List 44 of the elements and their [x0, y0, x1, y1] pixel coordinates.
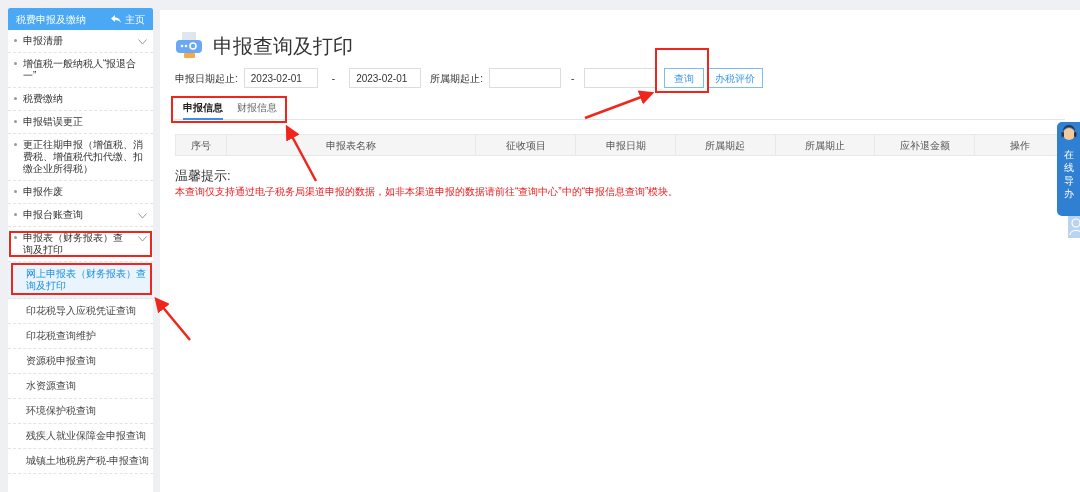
page-title: 申报查询及打印 [213, 34, 353, 59]
submenu-item[interactable]: 残疾人就业保障金申报查询 [8, 424, 153, 449]
range-separator: - [570, 71, 575, 86]
arrow [584, 90, 655, 120]
range-separator: - [331, 71, 336, 86]
period-field[interactable] [488, 68, 561, 88]
tips-text: 本查询仅支持通过电子税务局渠道申报的数据，如非本渠道申报的数据请前往“查询中心”中的“申报信息查询”模块。 [175, 185, 680, 199]
sidebar-item[interactable]: 申报清册 [8, 30, 153, 53]
submenu-item[interactable]: 印花税导入应税凭证查询 [8, 299, 153, 324]
tab[interactable]: 财报信息 [237, 98, 277, 120]
submenu-item[interactable]: 水资源查询 [8, 374, 153, 399]
column-header: 序号 [189, 138, 212, 153]
submenu-item[interactable]: 资源税申报查询 [8, 349, 153, 374]
online-guide-widget[interactable]: 在线导办 [1057, 122, 1080, 216]
arrow [154, 297, 191, 341]
column-header: 所属期止 [774, 135, 875, 155]
back-arrow-icon [111, 15, 121, 23]
column-header: 征收项目 [475, 135, 576, 155]
sidebar-item[interactable]: 更正往期申报（增值税、消费税、增值税代扣代缴、扣缴企业所得税） [8, 134, 153, 181]
arrow [285, 124, 318, 182]
sidebar-title: 税费申报及缴纳 [16, 12, 86, 27]
date-field[interactable]: 2023-02-01 [349, 68, 422, 88]
tab[interactable]: 申报信息 [183, 98, 223, 120]
column-header: 应补退金额 [874, 135, 975, 155]
sidebar-item[interactable]: 税费缴纳 [8, 88, 153, 111]
period-field[interactable] [584, 68, 657, 88]
column-header: 申报日期 [575, 135, 675, 155]
printer-search-icon [175, 31, 203, 61]
sidebar-item[interactable]: 增值税一般纳税人“报退合一” [8, 53, 153, 88]
highlight-box [655, 48, 709, 93]
agent-avatar-icon [1059, 125, 1078, 143]
submenu-item[interactable]: 城镇土地税房产税-申报查询 [8, 449, 153, 474]
sidebar-item[interactable]: 申报台账查询 [8, 204, 153, 227]
sidebar-item[interactable]: 申报错误更正 [8, 111, 153, 134]
date-field[interactable]: 2023-02-01 [243, 68, 318, 88]
widget-label: 在线导办 [1063, 148, 1074, 200]
column-header: 所属期起 [674, 135, 775, 155]
submenu-item[interactable]: 印花税查询维护 [8, 324, 153, 349]
sidebar-item[interactable]: 申报作废 [8, 181, 153, 204]
submenu-item[interactable]: 环境保护税查询 [8, 399, 153, 424]
tips-title: 温馨提示: [175, 168, 232, 184]
field-label: 申报日期起止: [175, 71, 238, 86]
column-header: 申报表名称 [225, 135, 476, 155]
field-label: 所属期起止: [430, 71, 483, 86]
